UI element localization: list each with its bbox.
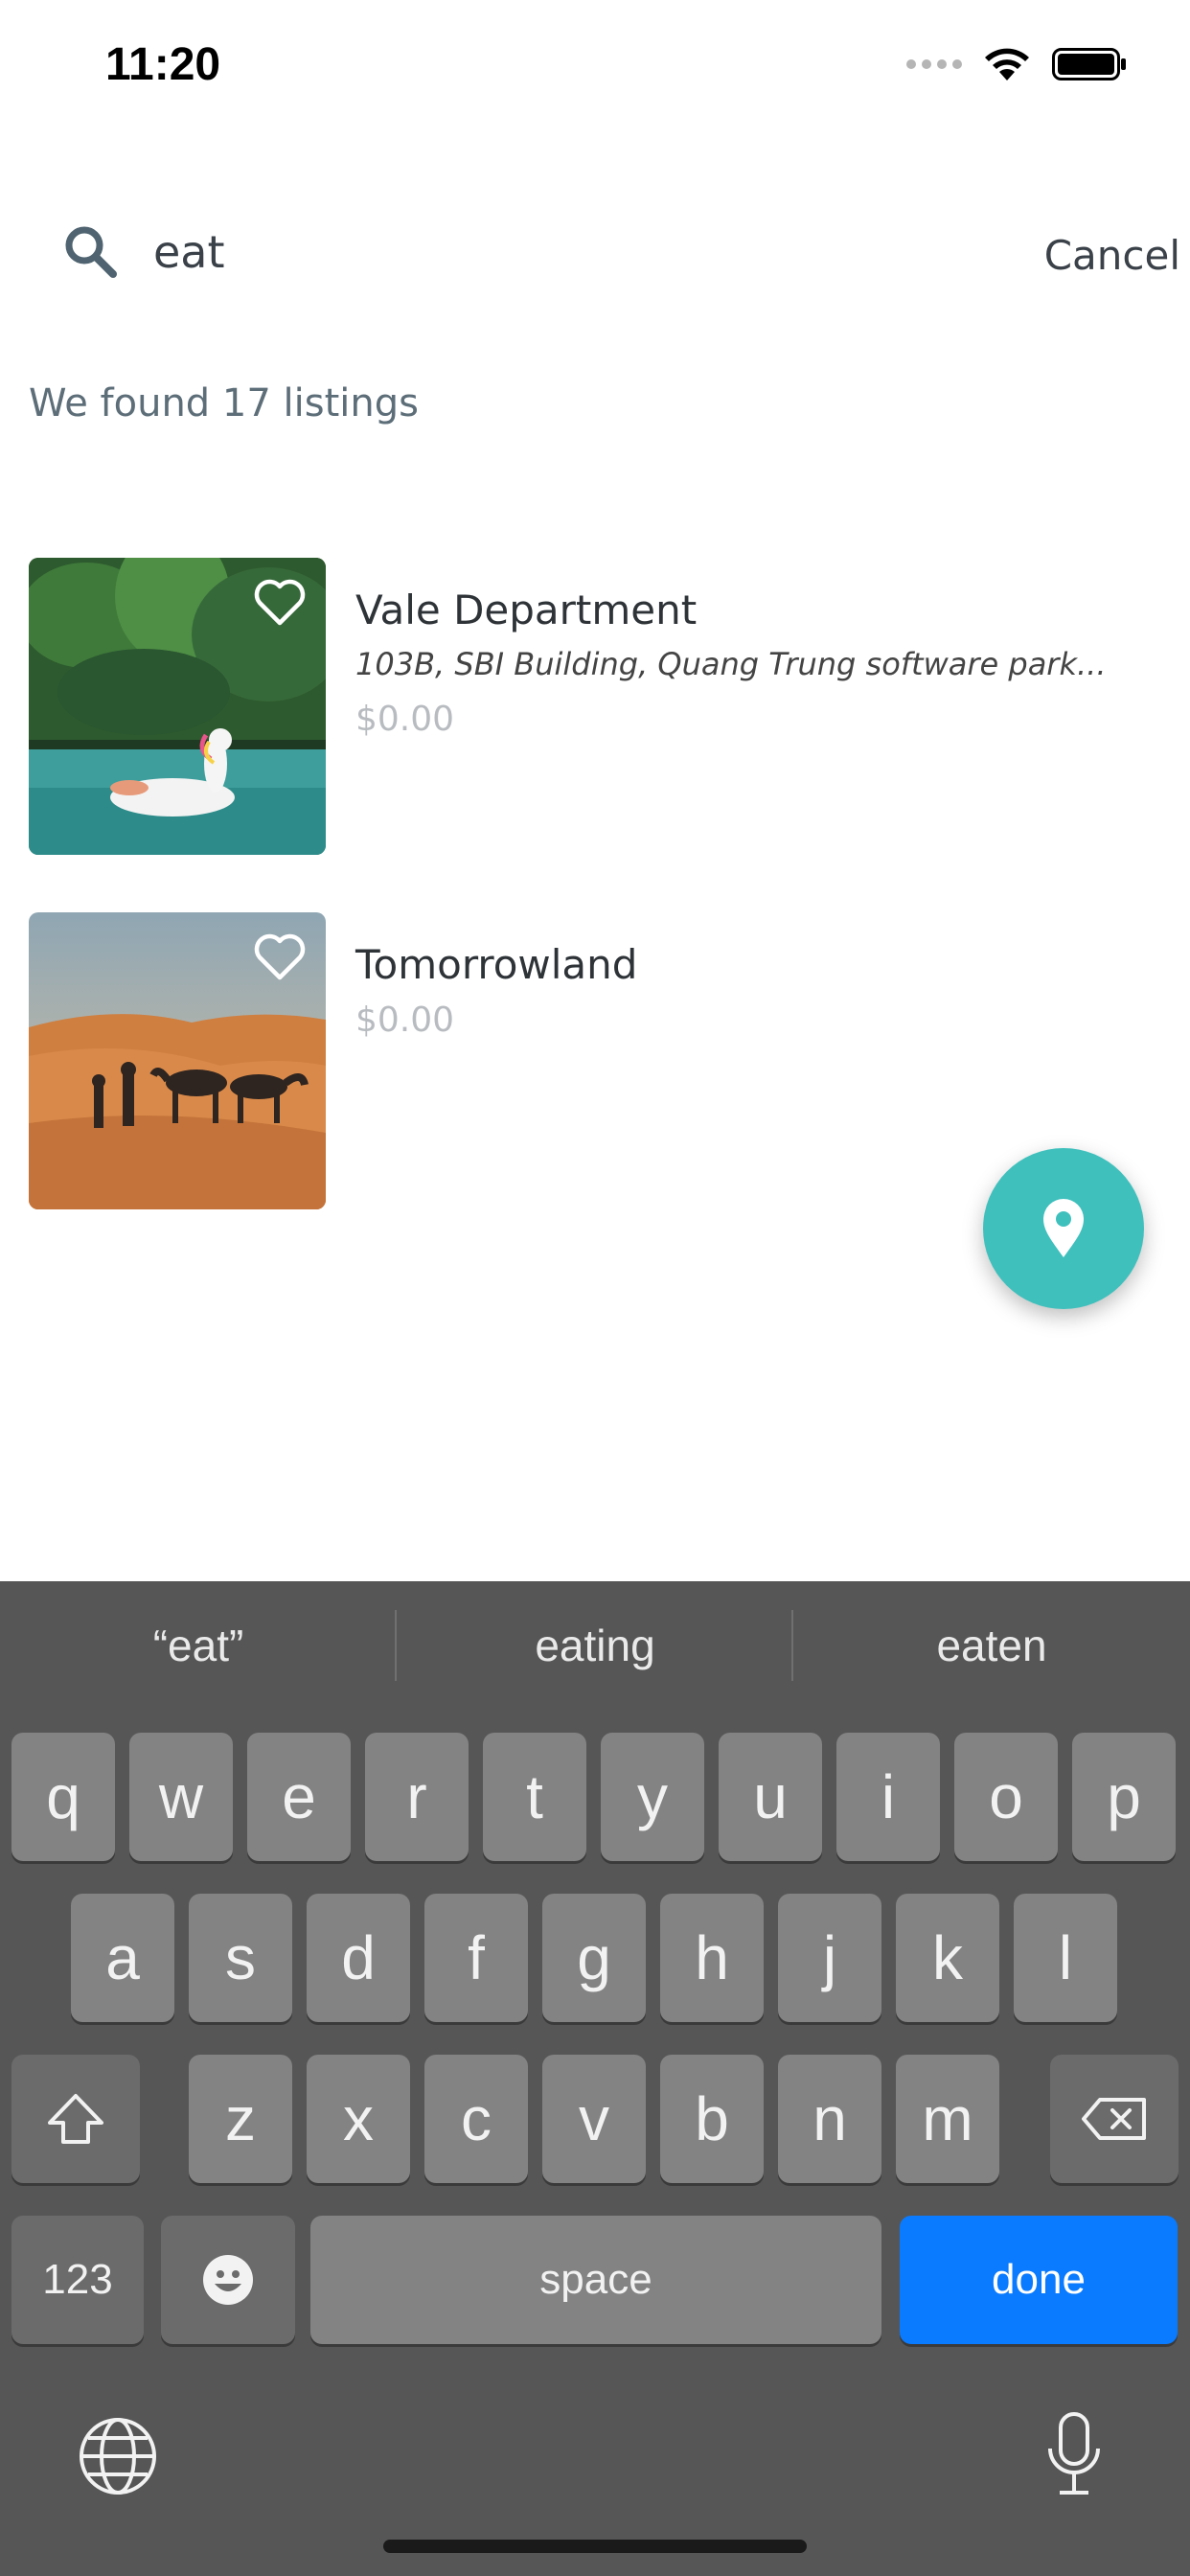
key-y[interactable]: y — [601, 1733, 704, 1861]
search-bar: Cancel — [0, 211, 1190, 297]
key-w[interactable]: w — [129, 1733, 233, 1861]
globe-icon[interactable] — [77, 2415, 159, 2497]
key-h[interactable]: h — [660, 1894, 764, 2022]
listing-title: Vale Department — [355, 586, 698, 633]
suggestion-item[interactable]: eating — [397, 1620, 793, 1671]
status-time: 11:20 — [105, 39, 221, 90]
key-d[interactable]: d — [307, 1894, 410, 2022]
key-a[interactable]: a — [71, 1894, 174, 2022]
key-t[interactable]: t — [483, 1733, 586, 1861]
key-u[interactable]: u — [719, 1733, 822, 1861]
status-icons — [906, 46, 1129, 82]
listing-item[interactable]: Vale Department 103B, SBI Building, Quan… — [29, 558, 1169, 857]
results-count: We found 17 listings — [29, 381, 419, 426]
key-z[interactable]: z — [189, 2055, 292, 2183]
map-pin-icon — [1043, 1199, 1084, 1257]
key-i[interactable]: i — [836, 1733, 940, 1861]
key-m[interactable]: m — [896, 2055, 999, 2183]
listing-item[interactable]: Tomorrowland $0.00 — [29, 912, 1169, 1211]
listing-image — [29, 912, 326, 1209]
key-r[interactable]: r — [365, 1733, 469, 1861]
key-l[interactable]: l — [1014, 1894, 1117, 2022]
key-c[interactable]: c — [424, 2055, 528, 2183]
listing-image — [29, 558, 326, 855]
heart-icon[interactable] — [253, 933, 307, 981]
key-e[interactable]: e — [247, 1733, 351, 1861]
listing-address: 103B, SBI Building, Quang Trung software… — [355, 646, 1107, 682]
listing-price: $0.00 — [355, 1000, 455, 1040]
key-q[interactable]: q — [11, 1733, 115, 1861]
listing-title: Tomorrowland — [355, 941, 638, 988]
status-bar: 11:20 — [0, 0, 1190, 126]
key-o[interactable]: o — [954, 1733, 1058, 1861]
key-s[interactable]: s — [189, 1894, 292, 2022]
key-b[interactable]: b — [660, 2055, 764, 2183]
battery-icon — [1052, 48, 1126, 80]
backspace-icon — [1082, 2098, 1146, 2140]
cellular-signal-icon — [906, 59, 962, 69]
shift-key[interactable] — [11, 2055, 140, 2183]
suggestion-item[interactable]: “eat” — [0, 1620, 397, 1671]
key-f[interactable]: f — [424, 1894, 528, 2022]
listing-price: $0.00 — [355, 700, 455, 739]
space-key[interactable]: space — [310, 2216, 881, 2344]
cancel-button[interactable]: Cancel — [1044, 232, 1180, 279]
numbers-key[interactable]: 123 — [11, 2216, 144, 2344]
delete-key[interactable] — [1050, 2055, 1179, 2183]
suggestion-item[interactable]: eaten — [793, 1620, 1190, 1671]
key-k[interactable]: k — [896, 1894, 999, 2022]
map-button[interactable] — [983, 1148, 1144, 1309]
search-icon — [65, 226, 117, 278]
keyboard: “eat” eating eaten q w e r t y u i o p a… — [0, 1581, 1190, 2576]
key-j[interactable]: j — [778, 1894, 881, 2022]
key-n[interactable]: n — [778, 2055, 881, 2183]
search-input[interactable] — [153, 218, 824, 286]
heart-icon[interactable] — [253, 579, 307, 627]
key-g[interactable]: g — [542, 1894, 646, 2022]
key-v[interactable]: v — [542, 2055, 646, 2183]
key-x[interactable]: x — [307, 2055, 410, 2183]
wifi-icon — [985, 48, 1029, 80]
emoji-key[interactable] — [161, 2216, 295, 2344]
home-indicator — [383, 2540, 807, 2553]
done-key[interactable]: done — [900, 2216, 1178, 2344]
shift-icon — [48, 2094, 103, 2144]
key-p[interactable]: p — [1072, 1733, 1176, 1861]
suggestion-bar: “eat” eating eaten — [0, 1581, 1190, 1733]
microphone-icon[interactable] — [1044, 2410, 1104, 2498]
emoji-icon — [203, 2255, 253, 2305]
